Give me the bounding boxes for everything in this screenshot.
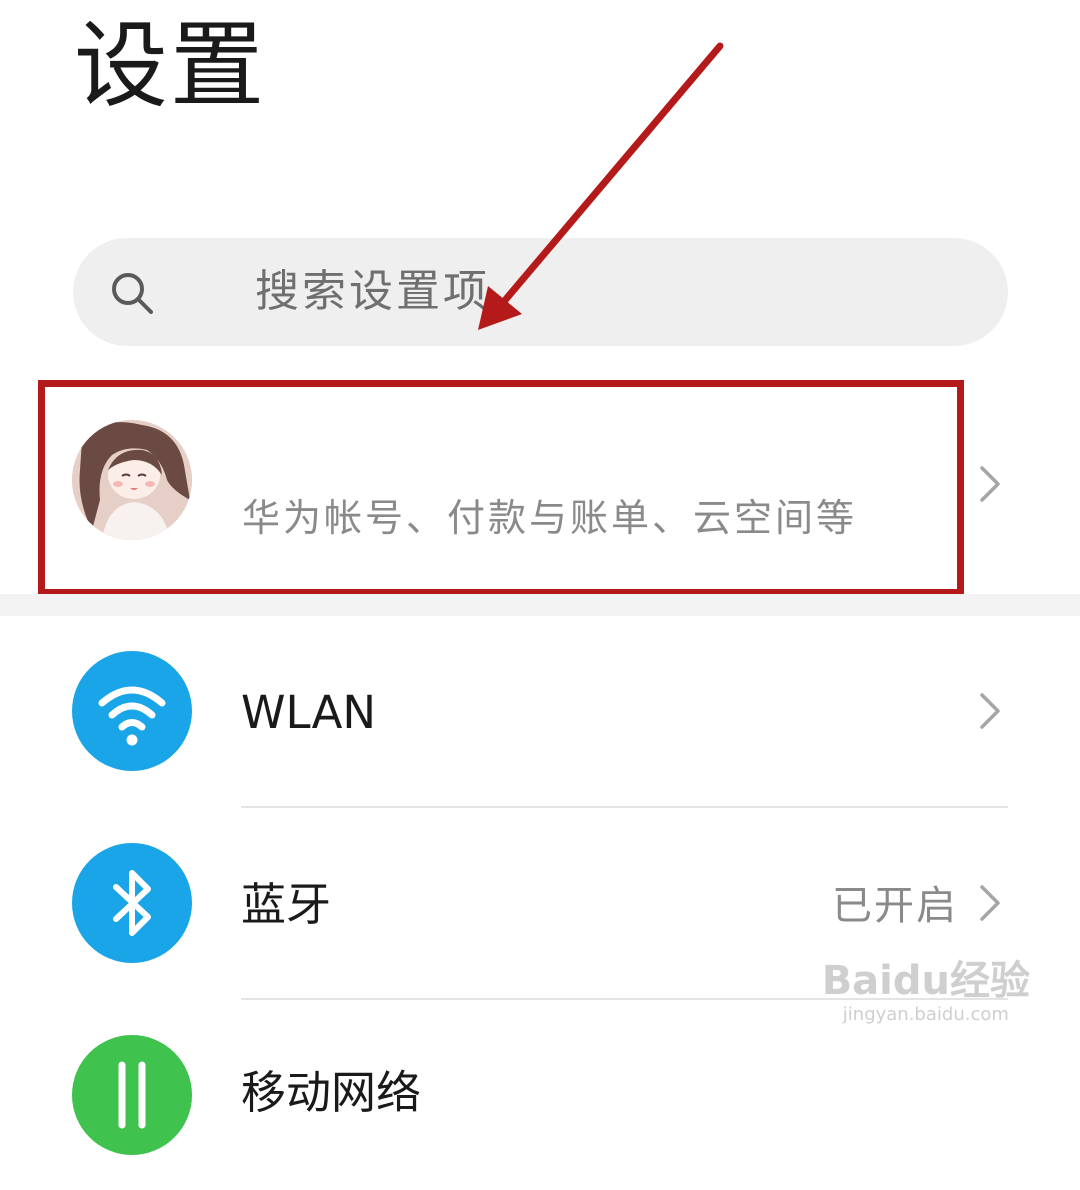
mobile-network-icon	[72, 1035, 192, 1155]
menu-item-label: WLAN	[241, 686, 377, 739]
watermark-brand: Baidu经验	[821, 958, 1030, 1004]
page-title: 设置	[74, 12, 267, 121]
search-bar[interactable]: 搜索设置项	[73, 238, 1008, 346]
bluetooth-icon	[72, 843, 192, 963]
menu-item-label: 蓝牙	[241, 878, 332, 931]
section-divider	[0, 594, 1080, 616]
watermark-url: jingyan.baidu.com	[842, 1004, 1009, 1025]
chevron-right-icon	[980, 466, 1000, 502]
search-placeholder: 搜索设置项	[255, 266, 490, 317]
menu-item-wlan[interactable]: WLAN	[0, 616, 1080, 806]
menu-item-label: 移动网络	[241, 1066, 422, 1119]
baidu-watermark: Baidu经验 jingyan.baidu.com	[822, 958, 1030, 1026]
menu-item-mobile-network[interactable]: 移动网络	[0, 1000, 1080, 1190]
wifi-icon	[72, 651, 192, 771]
account-subtitle: 华为帐号、付款与账单、云空间等	[242, 496, 858, 540]
bluetooth-status: 已开启	[832, 883, 958, 929]
search-icon	[112, 273, 153, 314]
chevron-right-icon	[980, 885, 1000, 921]
anime-girl-avatar	[72, 420, 192, 540]
chevron-right-icon	[980, 693, 1000, 729]
account-row[interactable]: 华为帐号、付款与账单、云空间等	[0, 380, 1080, 590]
avatar	[72, 420, 192, 540]
